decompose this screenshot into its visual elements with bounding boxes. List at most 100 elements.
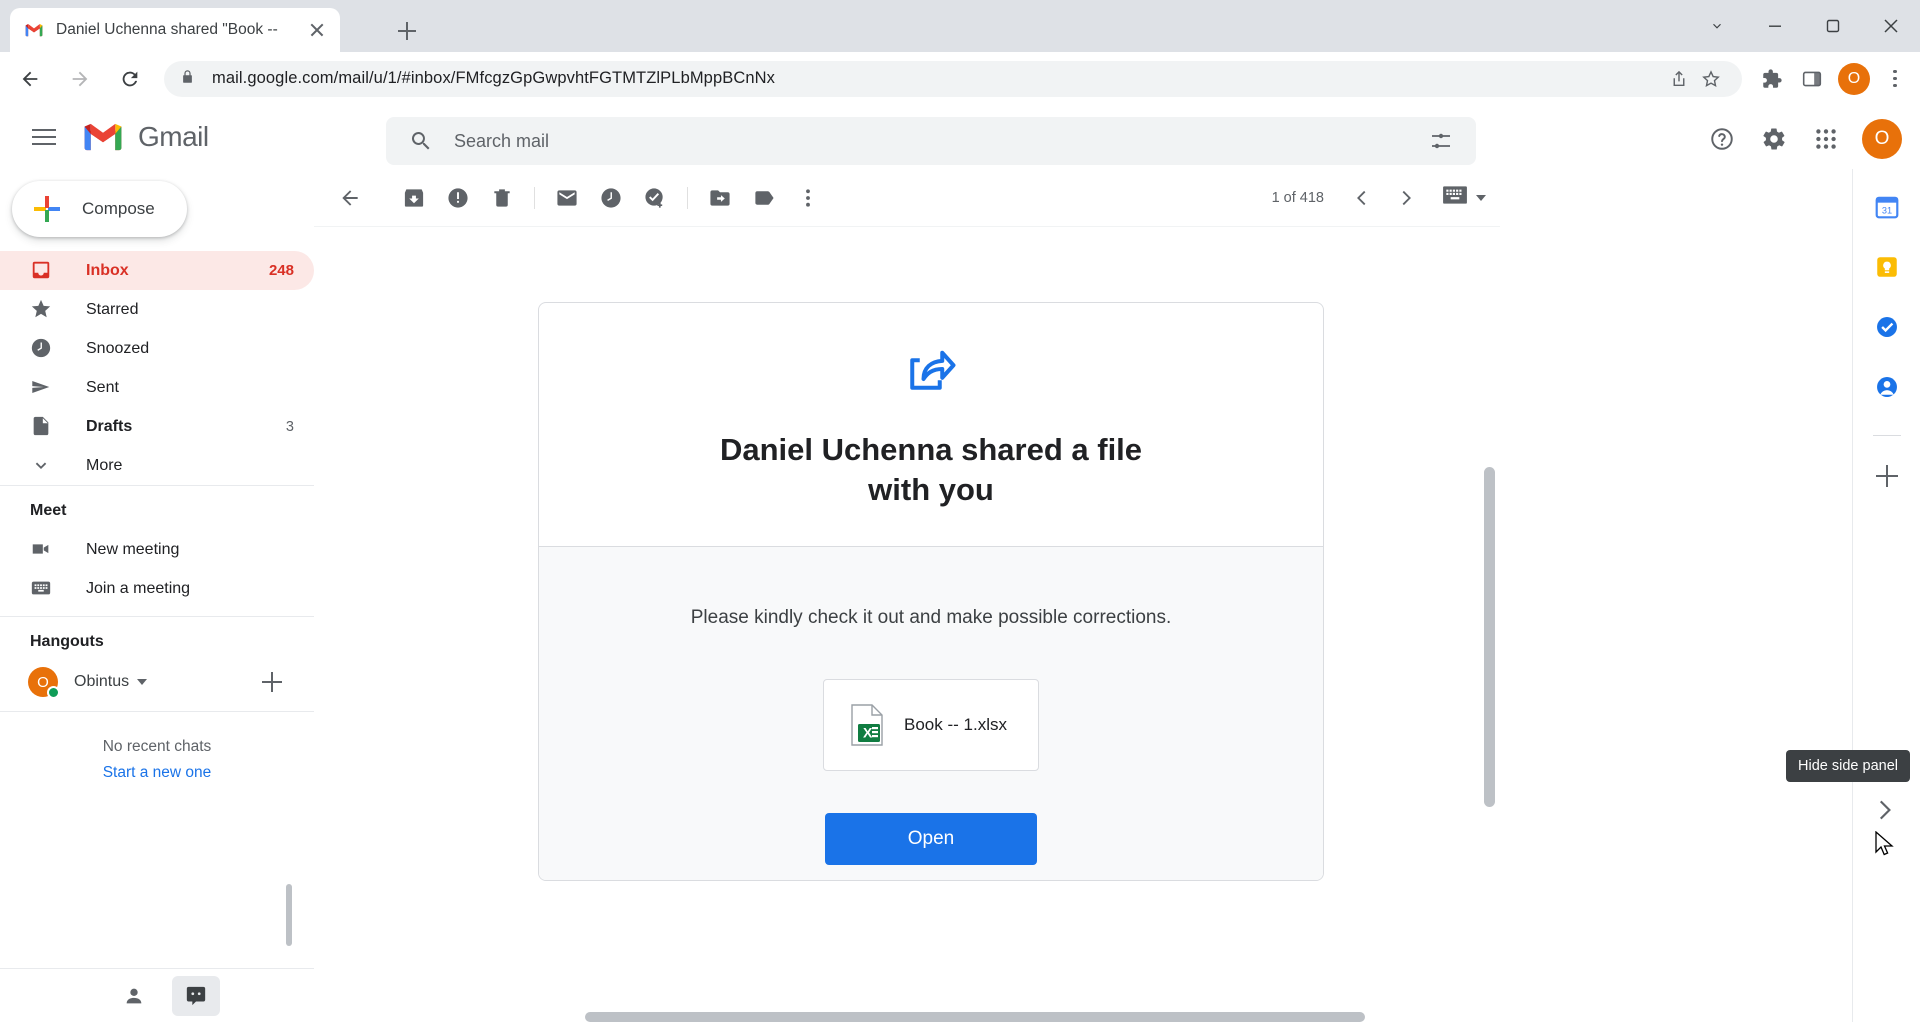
inbox-icon xyxy=(30,259,54,283)
chat-empty-text: No recent chats xyxy=(0,738,314,756)
hamburger-menu-icon[interactable] xyxy=(20,113,68,161)
contacts-person-icon[interactable] xyxy=(110,976,158,1016)
minimize-icon[interactable] xyxy=(1746,0,1804,52)
sidebar-item-label: Join a meeting xyxy=(86,580,294,598)
toolbar-divider xyxy=(534,187,535,209)
google-keep-icon[interactable] xyxy=(1865,245,1909,289)
compose-button[interactable]: Compose xyxy=(12,181,187,237)
three-dot-menu-icon[interactable] xyxy=(1876,59,1912,99)
labels-icon[interactable] xyxy=(742,176,786,220)
avatar[interactable]: O xyxy=(1862,119,1902,159)
online-status-dot xyxy=(47,686,60,699)
caret-down-icon[interactable] xyxy=(137,679,147,685)
snooze-icon[interactable] xyxy=(589,176,633,220)
puzzle-piece-icon[interactable] xyxy=(1752,59,1792,99)
plus-icon[interactable] xyxy=(1865,454,1909,498)
google-contacts-icon[interactable] xyxy=(1865,365,1909,409)
reload-icon[interactable] xyxy=(110,59,150,99)
chevron-down-icon xyxy=(30,454,54,478)
keyboard-shortcut-selector[interactable] xyxy=(1442,185,1486,210)
delete-icon[interactable] xyxy=(480,176,524,220)
sidebar-item-more[interactable]: More xyxy=(0,446,314,485)
sidebar-item-label: Sent xyxy=(86,379,294,397)
sidebar: Compose Inbox 248 Starred xyxy=(0,169,314,1022)
share-icon[interactable] xyxy=(1664,64,1694,94)
side-panel-divider xyxy=(1873,435,1901,436)
right-side-panel: 31 xyxy=(1852,169,1920,1022)
archive-icon[interactable] xyxy=(392,176,436,220)
star-icon[interactable] xyxy=(1696,64,1726,94)
avatar: O xyxy=(28,667,58,697)
message-viewport: Daniel Uchenna shared a file with you Pl… xyxy=(314,226,1500,1022)
browser-tab[interactable]: Daniel Uchenna shared "Book -- xyxy=(10,8,340,52)
chevron-left-icon[interactable] xyxy=(1340,176,1384,220)
sidebar-item-label: Inbox xyxy=(86,262,269,280)
search-input[interactable] xyxy=(454,131,1420,152)
gmail-header-actions: O xyxy=(1698,115,1902,163)
toolbar-divider xyxy=(687,187,688,209)
add-to-tasks-icon[interactable] xyxy=(633,176,677,220)
report-spam-icon[interactable] xyxy=(436,176,480,220)
sidebar-nav-list: Inbox 248 Starred Snoozed xyxy=(0,251,314,485)
url-bar[interactable]: mail.google.com/mail/u/1/#inbox/FMfcgzGp… xyxy=(164,61,1742,97)
hide-side-panel-button[interactable] xyxy=(1862,788,1906,832)
apps-grid-icon[interactable] xyxy=(1802,115,1850,163)
move-to-icon[interactable] xyxy=(698,176,742,220)
sidebar-bottom-tabs xyxy=(0,968,314,1022)
hangouts-user[interactable]: O Obintus xyxy=(0,661,314,703)
open-button[interactable]: Open xyxy=(825,813,1037,865)
chevron-right-icon[interactable] xyxy=(1384,176,1428,220)
tab-title: Daniel Uchenna shared "Book -- xyxy=(56,21,304,39)
plus-icon[interactable] xyxy=(260,670,284,694)
start-new-chat-link[interactable]: Start a new one xyxy=(0,764,314,782)
mark-unread-icon[interactable] xyxy=(545,176,589,220)
clock-icon xyxy=(30,337,54,361)
google-tasks-icon[interactable] xyxy=(1865,305,1909,349)
chat-scrollbar[interactable] xyxy=(286,884,292,946)
gear-icon[interactable] xyxy=(1750,115,1798,163)
back-to-inbox-icon[interactable] xyxy=(328,176,372,220)
sidebar-item-starred[interactable]: Starred xyxy=(0,290,314,329)
google-calendar-icon[interactable]: 31 xyxy=(1865,185,1909,229)
gmail-logo[interactable]: Gmail xyxy=(82,121,209,153)
sidebar-item-sent[interactable]: Sent xyxy=(0,368,314,407)
forward-arrow-icon[interactable] xyxy=(60,59,100,99)
gmail-logo-text: Gmail xyxy=(138,121,209,153)
side-panel-icon[interactable] xyxy=(1792,59,1832,99)
help-icon[interactable] xyxy=(1698,115,1746,163)
attachment-card[interactable]: X Book -- 1.xlsx xyxy=(823,679,1039,771)
sidebar-item-inbox[interactable]: Inbox 248 xyxy=(0,251,314,290)
gmail-icon xyxy=(24,20,44,40)
sidebar-item-snoozed[interactable]: Snoozed xyxy=(0,329,314,368)
send-icon xyxy=(30,376,54,400)
meet-section: Meet New meeting Join a meeting xyxy=(0,485,314,608)
sidebar-item-join-meeting[interactable]: Join a meeting xyxy=(0,569,314,608)
sidebar-item-new-meeting[interactable]: New meeting xyxy=(0,530,314,569)
sidebar-item-count: 248 xyxy=(269,262,294,279)
message-scrollbar[interactable] xyxy=(1484,467,1495,807)
search-bar[interactable] xyxy=(386,117,1476,165)
back-arrow-icon[interactable] xyxy=(10,59,50,99)
close-icon[interactable] xyxy=(304,17,330,43)
more-options-icon[interactable] xyxy=(786,176,830,220)
sidebar-item-label: New meeting xyxy=(86,541,294,559)
chrome-profile-avatar[interactable]: O xyxy=(1838,63,1870,95)
sidebar-item-drafts[interactable]: Drafts 3 xyxy=(0,407,314,446)
attachment-name: Book -- 1.xlsx xyxy=(904,715,1007,735)
hide-side-panel-tooltip: Hide side panel xyxy=(1786,750,1910,782)
search-icon[interactable] xyxy=(400,120,442,162)
horizontal-scrollbar[interactable] xyxy=(585,1012,1365,1022)
hangouts-title: Hangouts xyxy=(0,627,314,661)
message-text: Please kindly check it out and make poss… xyxy=(691,607,1172,629)
chat-bubble-icon[interactable] xyxy=(172,976,220,1016)
video-camera-icon xyxy=(30,538,54,562)
tab-search-icon[interactable] xyxy=(1688,0,1746,52)
window-close-icon[interactable] xyxy=(1862,0,1920,52)
sidebar-item-label: More xyxy=(86,457,294,475)
new-tab-button[interactable] xyxy=(390,14,424,48)
shared-file-card: Daniel Uchenna shared a file with you Pl… xyxy=(538,302,1324,881)
search-options-icon[interactable] xyxy=(1420,120,1462,162)
gmail-header: Gmail xyxy=(0,105,1920,169)
maximize-icon[interactable] xyxy=(1804,0,1862,52)
sidebar-item-count: 3 xyxy=(286,419,294,435)
